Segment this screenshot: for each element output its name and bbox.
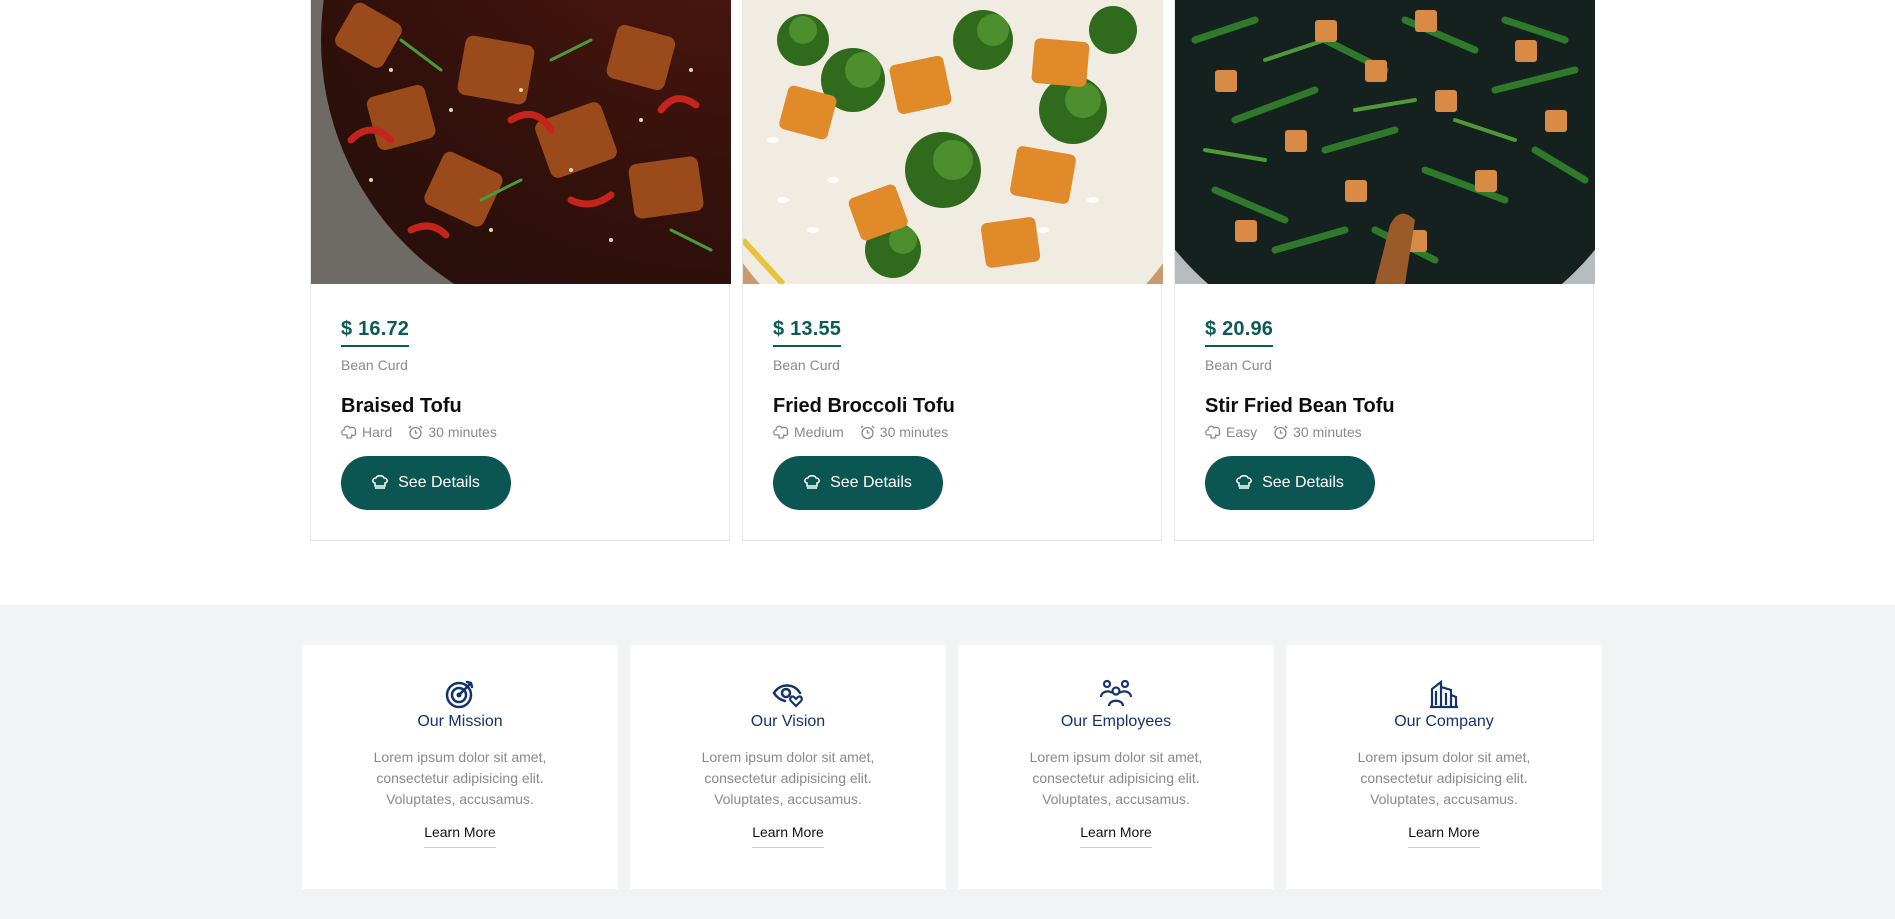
time-label: 30 minutes [428, 424, 497, 440]
alarm-clock-icon [1273, 425, 1288, 439]
recipe-photo [1175, 0, 1595, 284]
about-text: Lorem ipsum dolor sit amet, consectetur … [373, 749, 547, 807]
difficulty-label: Medium [794, 424, 844, 440]
recipes-section: $ 16.72 Bean Curd Braised Tofu Hard 30 m… [0, 0, 1895, 605]
difficulty-label: Easy [1226, 424, 1258, 440]
recipe-meta: Easy 30 minutes [1205, 424, 1563, 440]
brain-icon [1205, 425, 1221, 439]
see-details-label: See Details [398, 474, 480, 491]
see-details-button[interactable]: See Details [1205, 456, 1375, 510]
see-details-label: See Details [1262, 474, 1344, 491]
recipe-title: Braised Tofu [341, 395, 462, 417]
learn-more-link[interactable]: Learn More [752, 824, 824, 848]
see-details-button[interactable]: See Details [341, 456, 511, 510]
about-card-mission: Our Mission Lorem ipsum dolor sit amet, … [302, 645, 618, 889]
time-label: 30 minutes [1293, 424, 1362, 440]
target-icon [445, 680, 474, 709]
recipe-category: Bean Curd [773, 357, 840, 373]
see-details-label: See Details [830, 474, 912, 491]
time-label: 30 minutes [879, 424, 949, 440]
recipe-category: Bean Curd [341, 357, 408, 373]
about-card-employees: Our Employees Lorem ipsum dolor sit amet… [958, 645, 1274, 889]
recipe-photo [743, 0, 1163, 284]
recipe-photo [311, 0, 731, 284]
about-text: Lorem ipsum dolor sit amet, consectetur … [701, 749, 875, 807]
recipe-category: Bean Curd [1205, 357, 1272, 373]
eye-heart-icon [772, 684, 803, 708]
about-section: Our Mission Lorem ipsum dolor sit amet, … [0, 605, 1895, 919]
about-card-company: Our Company Lorem ipsum dolor sit amet, … [1286, 645, 1602, 889]
alarm-clock-icon [860, 425, 875, 439]
recipe-price: $ 16.72 [341, 318, 410, 347]
about-text: Lorem ipsum dolor sit amet, consectetur … [1029, 749, 1203, 807]
learn-more-link[interactable]: Learn More [1408, 824, 1480, 848]
difficulty-label: Hard [362, 424, 393, 440]
about-title: Our Company [1394, 713, 1494, 730]
recipe-price: $ 13.55 [773, 318, 842, 347]
chef-hat-icon [372, 475, 388, 489]
about-title: Our Vision [750, 713, 826, 730]
about-title: Our Employees [1060, 713, 1172, 730]
brain-icon [773, 425, 789, 439]
recipe-price: $ 20.96 [1205, 318, 1274, 347]
recipe-meta: Hard 30 minutes [341, 424, 699, 440]
learn-more-link[interactable]: Learn More [424, 824, 496, 848]
about-text: Lorem ipsum dolor sit amet, consectetur … [1357, 749, 1531, 807]
recipe-card: $ 13.55 Bean Curd Fried Broccoli Tofu Me… [742, 0, 1163, 541]
chef-hat-icon [804, 475, 820, 489]
recipe-title: Fried Broccoli Tofu [773, 395, 955, 417]
brain-icon [341, 425, 357, 439]
people-icon [1100, 679, 1132, 707]
learn-more-link[interactable]: Learn More [1080, 824, 1152, 848]
recipe-meta: Medium 30 minutes [773, 424, 1131, 440]
about-card-vision: Our Vision Lorem ipsum dolor sit amet, c… [630, 645, 946, 889]
see-details-button[interactable]: See Details [773, 456, 943, 510]
recipe-title: Stir Fried Bean Tofu [1205, 395, 1395, 417]
building-icon [1430, 679, 1458, 709]
recipe-card: $ 16.72 Bean Curd Braised Tofu Hard 30 m… [310, 0, 731, 541]
about-title: Our Mission [417, 713, 503, 730]
alarm-clock-icon [408, 425, 423, 439]
chef-hat-icon [1236, 475, 1252, 489]
recipe-card: $ 20.96 Bean Curd Stir Fried Bean Tofu E… [1174, 0, 1595, 541]
